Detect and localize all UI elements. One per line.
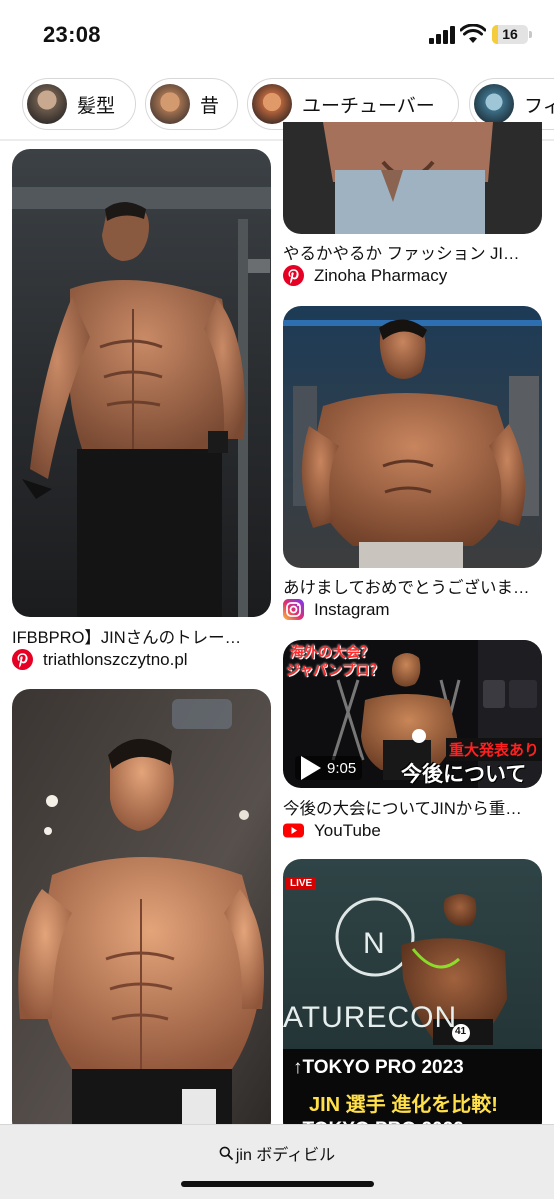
chip-avatar bbox=[27, 84, 67, 124]
battery-level: 16 bbox=[502, 26, 518, 42]
search-query[interactable]: jin ボディビル bbox=[0, 1141, 554, 1165]
pin-image-torso[interactable] bbox=[283, 122, 542, 234]
pin-source[interactable]: Zinoha Pharmacy bbox=[283, 265, 447, 286]
clock: 23:08 bbox=[43, 22, 101, 47]
pin-source-name: YouTube bbox=[314, 820, 381, 840]
chip-label: 髪型 bbox=[77, 95, 116, 117]
pinterest-icon bbox=[12, 649, 33, 670]
wifi-icon bbox=[460, 24, 486, 43]
chip-label: 昔 bbox=[200, 95, 220, 117]
pin-image-tokyo-pro[interactable]: LIVE ATURECON N 41 ↑TOKYO PRO 2023 JIN 選… bbox=[283, 859, 542, 1139]
battery-icon: 16 bbox=[492, 25, 528, 44]
instagram-icon bbox=[283, 599, 304, 620]
chip-avatar bbox=[150, 84, 190, 124]
cellular-signal-icon bbox=[429, 26, 455, 44]
home-indicator[interactable] bbox=[181, 1181, 374, 1187]
pin-source[interactable]: triathlonszczytno.pl bbox=[12, 649, 188, 670]
pin-source[interactable]: Instagram bbox=[283, 599, 390, 620]
video-title-line: JIN 選手 進化を比較! bbox=[309, 1094, 498, 1116]
pin-caption[interactable]: やるかやるか ファッション JI… bbox=[283, 240, 542, 264]
play-icon bbox=[301, 756, 321, 780]
pin-source-name: triathlonszczytno.pl bbox=[43, 649, 188, 669]
brand-text: ATURECON bbox=[283, 1001, 458, 1034]
youtube-icon bbox=[283, 823, 304, 838]
video-overlay-text: 海外の大会？ bbox=[290, 644, 374, 660]
chip-label: ユーチューバー bbox=[302, 95, 435, 117]
search-query-text: jin ボディビル bbox=[235, 1147, 336, 1164]
video-title-line: ↑TOKYO PRO 2023 bbox=[293, 1057, 464, 1078]
pin-image-stage-pose[interactable] bbox=[283, 306, 542, 568]
video-headline: 今後について bbox=[401, 763, 527, 786]
brand-logo-letter: N bbox=[363, 927, 385, 960]
chip-label: フィ bbox=[524, 95, 554, 117]
live-badge: LIVE bbox=[286, 877, 317, 890]
battery-nub bbox=[529, 31, 532, 38]
pin-caption[interactable]: IFBBPRO】JINさんのトレー… bbox=[12, 624, 271, 648]
status-bar: 23:08 16 bbox=[0, 0, 554, 70]
search-icon bbox=[219, 1146, 233, 1160]
pin-image-gym-cable[interactable] bbox=[12, 149, 271, 617]
chip-hairstyle[interactable]: 髪型 bbox=[22, 78, 136, 130]
video-duration-badge: 9:05 bbox=[295, 756, 363, 780]
bottom-search-bar[interactable]: jin ボディビル bbox=[0, 1124, 554, 1199]
pinterest-icon bbox=[283, 265, 304, 286]
pin-caption[interactable]: あけましておめでとうございま… bbox=[283, 574, 542, 598]
pin-source-name: Zinoha Pharmacy bbox=[314, 265, 448, 285]
chip-avatar bbox=[474, 84, 514, 124]
video-overlay-text: ジャパンプロ？ bbox=[286, 662, 384, 678]
pin-source-name: Instagram bbox=[314, 599, 390, 619]
chip-avatar bbox=[252, 84, 292, 124]
video-duration: 9:05 bbox=[327, 759, 357, 777]
pin-image-youtube-video[interactable]: 海外の大会？ ジャパンプロ？ 重大発表あり 今後について 9:05 bbox=[283, 640, 542, 788]
pin-image-pose[interactable] bbox=[12, 689, 271, 1139]
pin-source[interactable]: YouTube bbox=[283, 820, 381, 841]
contestant-number: 41 bbox=[455, 1026, 467, 1037]
chip-old[interactable]: 昔 bbox=[145, 78, 238, 130]
pin-caption[interactable]: 今後の大会についてJINから重… bbox=[283, 795, 542, 819]
